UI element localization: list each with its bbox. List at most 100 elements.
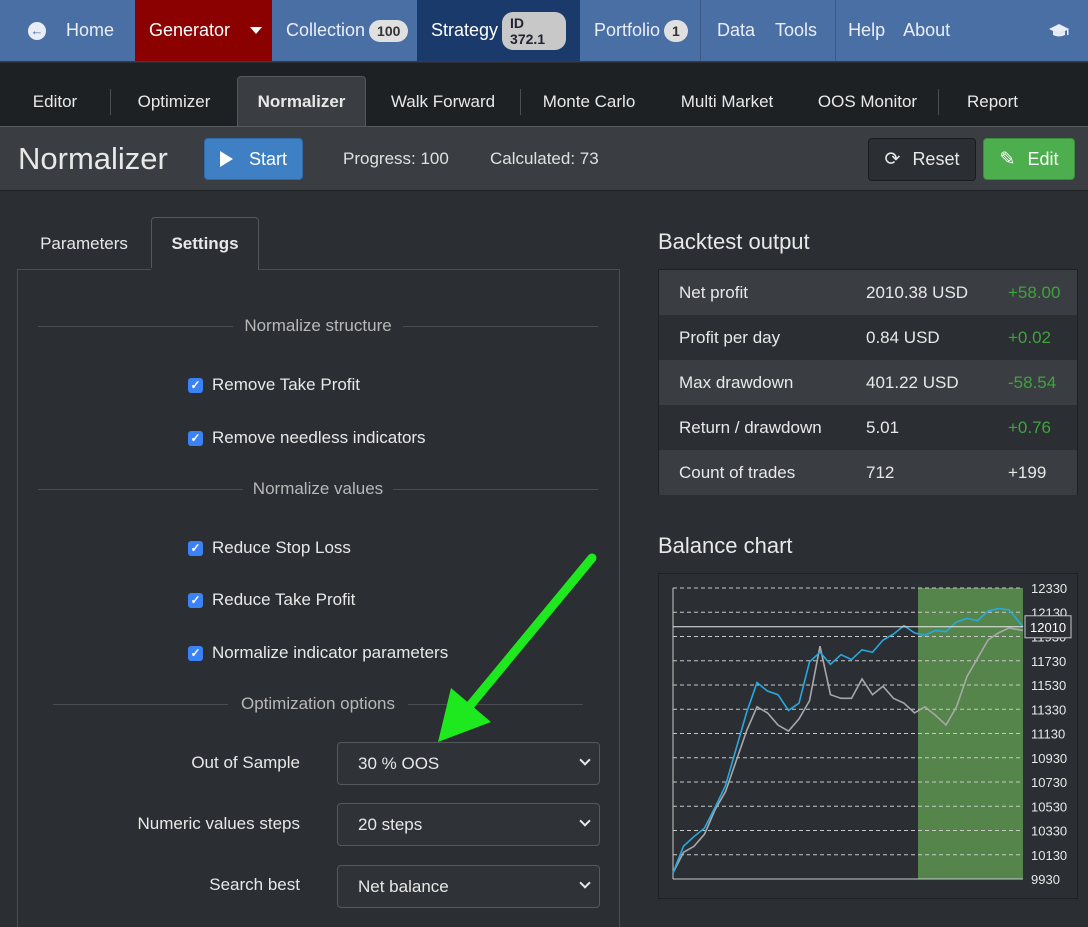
row-value: 401.22 USD: [866, 372, 959, 392]
checkmark-icon[interactable]: ✓: [188, 430, 203, 446]
row-delta: +0.76: [1008, 417, 1052, 437]
calculated-status: Calculated: 73: [490, 149, 599, 168]
remove-needless-indicators-label: Remove needless indicators: [212, 428, 426, 447]
left-tabs: Parameters Settings: [17, 217, 259, 270]
start-button[interactable]: Start: [204, 138, 303, 180]
row-delta: +0.02: [1008, 327, 1052, 347]
row-label: Return / drawdown: [679, 417, 822, 437]
row-label: Count of trades: [679, 462, 796, 482]
start-button-label: Start: [248, 148, 287, 169]
checkmark-icon[interactable]: ✓: [188, 540, 203, 556]
section-normalize-values: Normalize values: [38, 479, 598, 499]
graduation-cap-icon[interactable]: [1034, 0, 1088, 61]
y-tick-label: 10530: [1031, 799, 1067, 814]
table-row: Max drawdown 401.22 USD -58.54: [659, 360, 1077, 405]
y-tick-label: 10330: [1031, 824, 1067, 839]
tab-monte-carlo[interactable]: Monte Carlo: [521, 78, 657, 126]
nav-data[interactable]: Data: [701, 0, 765, 61]
section-normalize-structure: Normalize structure: [38, 316, 598, 336]
section-normalize-structure-label: Normalize structure: [234, 316, 402, 335]
edit-button[interactable]: ✎ Edit: [983, 138, 1075, 180]
nav-home[interactable]: ← Home: [0, 0, 135, 61]
current-value-label: 12010: [1030, 620, 1066, 635]
y-tick-label: 10930: [1031, 751, 1067, 766]
section-optimization-options-label: Optimization options: [230, 694, 406, 713]
nav-strategy[interactable]: Strategy ID 372.1: [417, 0, 580, 61]
y-tick-label: 10130: [1031, 848, 1067, 863]
tab-settings[interactable]: Settings: [151, 217, 259, 270]
reduce-take-profit-checkbox[interactable]: ✓ Reduce Take Profit: [188, 590, 355, 610]
nav-portfolio-label: Portfolio: [594, 20, 661, 40]
nav-collection[interactable]: Collection 100: [272, 0, 417, 61]
section-normalize-values-label: Normalize values: [242, 479, 394, 498]
y-tick-label: 11530: [1031, 678, 1066, 693]
numeric-steps-select[interactable]: 20 steps: [337, 803, 600, 846]
row-value: 0.84 USD: [866, 327, 940, 347]
normalize-indicator-parameters-checkbox[interactable]: ✓ Normalize indicator parameters: [188, 643, 448, 663]
y-tick-label: 10730: [1031, 775, 1067, 790]
pencil-icon: ✎: [999, 148, 1016, 170]
search-best-value: Net balance: [358, 876, 449, 896]
remove-take-profit-checkbox[interactable]: ✓ Remove Take Profit: [188, 375, 360, 395]
y-tick-label: 9930: [1031, 872, 1060, 887]
tab-editor[interactable]: Editor: [0, 78, 110, 126]
row-label: Net profit: [679, 282, 748, 302]
portfolio-count-badge: 1: [664, 19, 688, 42]
remove-take-profit-label: Remove Take Profit: [212, 375, 361, 394]
row-delta: +58.00: [1008, 282, 1061, 302]
search-best-select[interactable]: Net balance: [337, 865, 600, 908]
tab-report[interactable]: Report: [939, 78, 1046, 126]
tab-normalizer[interactable]: Normalizer: [237, 76, 366, 126]
table-row: Return / drawdown 5.01 +0.76: [659, 405, 1077, 450]
y-tick-label: 11130: [1031, 727, 1065, 742]
table-row: Net profit 2010.38 USD +58.00: [659, 270, 1077, 315]
tab-multi-market[interactable]: Multi Market: [657, 78, 797, 126]
numeric-steps-value: 20 steps: [358, 814, 423, 834]
reduce-stop-loss-checkbox[interactable]: ✓ Reduce Stop Loss: [188, 538, 351, 558]
progress-status: Progress: 100: [343, 149, 449, 168]
page-title: Normalizer: [18, 141, 168, 176]
row-value: 712: [866, 462, 895, 482]
toolbar: Normalizer Start Progress: 100 Calculate…: [0, 126, 1088, 191]
numeric-steps-label: Numeric values steps: [137, 814, 300, 833]
chevron-down-icon: [579, 877, 591, 889]
backtest-table: Net profit 2010.38 USD +58.00 Profit per…: [658, 269, 1078, 495]
tab-join: [151, 268, 258, 271]
caret-down-icon[interactable]: [250, 27, 263, 34]
nav-generator-label: Generator: [149, 20, 231, 40]
balance-chart-title: Balance chart: [658, 533, 793, 558]
backtest-output-title: Backtest output: [658, 229, 810, 254]
nav-portfolio[interactable]: Portfolio 1: [580, 0, 700, 61]
out-of-sample-value: 30 % OOS: [358, 753, 440, 773]
y-tick-label: 11730: [1031, 654, 1066, 669]
reset-button-label: Reset: [912, 149, 960, 169]
tab-oos-monitor[interactable]: OOS Monitor: [797, 78, 938, 126]
nav-generator[interactable]: Generator: [135, 0, 272, 61]
remove-needless-indicators-checkbox[interactable]: ✓ Remove needless indicators: [188, 428, 426, 448]
collection-count-badge: 100: [369, 19, 409, 42]
tab-walk-forward[interactable]: Walk Forward: [366, 78, 520, 126]
nav-strategy-label: Strategy: [431, 20, 499, 40]
checkmark-icon[interactable]: ✓: [188, 592, 203, 608]
tab-optimizer[interactable]: Optimizer: [111, 78, 237, 126]
nav-about[interactable]: About: [895, 0, 964, 61]
section-optimization-options: Optimization options: [38, 694, 598, 714]
nav-collection-label: Collection: [286, 20, 366, 40]
y-tick-label: 11330: [1031, 702, 1066, 717]
search-best-label: Search best: [209, 875, 300, 894]
reduce-take-profit-label: Reduce Take Profit: [212, 590, 356, 609]
nav-tools[interactable]: Tools: [765, 0, 835, 61]
tab-parameters[interactable]: Parameters: [17, 217, 151, 270]
nav-help[interactable]: Help: [836, 0, 895, 61]
row-value: 2010.38 USD: [866, 282, 969, 302]
checkmark-icon[interactable]: ✓: [188, 645, 203, 661]
checkmark-icon[interactable]: ✓: [188, 377, 203, 393]
play-icon: [219, 151, 233, 167]
out-of-sample-label: Out of Sample: [191, 753, 300, 772]
row-value: 5.01: [866, 417, 900, 437]
strategy-id-badge: ID 372.1: [502, 11, 566, 50]
out-of-sample-select[interactable]: 30 % OOS: [337, 742, 600, 785]
table-row: Profit per day 0.84 USD +0.02: [659, 315, 1077, 360]
row-delta: -58.54: [1008, 372, 1057, 392]
reset-button[interactable]: ⟳ Reset: [868, 138, 976, 181]
